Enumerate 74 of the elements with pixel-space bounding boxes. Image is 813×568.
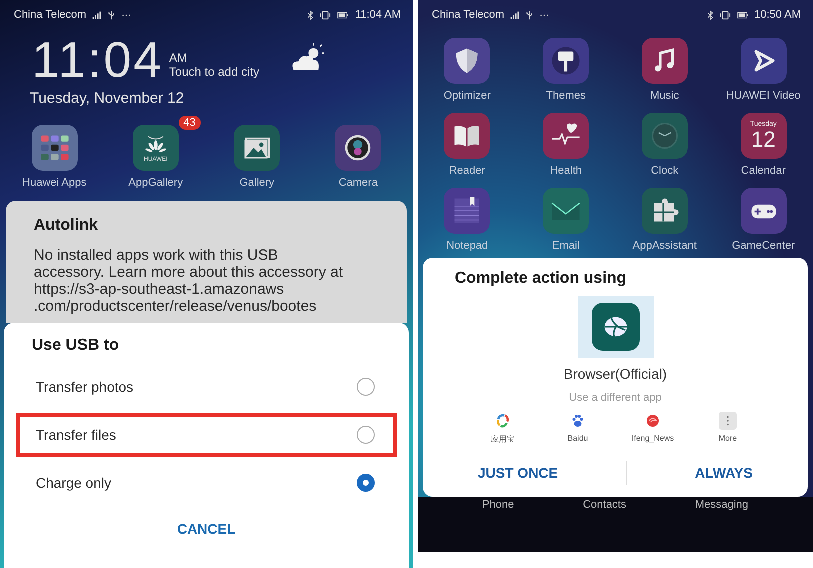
battery-icon (734, 10, 751, 20)
vibrate-icon (320, 10, 332, 20)
app-label[interactable]: Optimizer (444, 90, 491, 102)
option-row[interactable]: Transfer photos (16, 365, 397, 409)
app-grid-icon[interactable] (32, 125, 78, 171)
app-label[interactable]: Calendar (741, 165, 786, 177)
status-time: 10:50 AM (754, 9, 801, 21)
dialog-title: Autolink (34, 217, 99, 235)
app-label[interactable]: Music (650, 90, 680, 102)
swirl-icon[interactable] (494, 412, 512, 430)
envelope-icon[interactable] (543, 188, 590, 234)
app-label[interactable]: HUAWEI Video (726, 90, 801, 102)
carrier-name: China Telecom (432, 9, 505, 21)
spiral-icon[interactable] (644, 412, 662, 430)
signal-icon (508, 10, 520, 20)
app-label[interactable]: 应用宝 (491, 434, 515, 445)
app-label[interactable]: Reader (449, 165, 486, 177)
app-label[interactable]: Notepad (446, 240, 488, 252)
radio-button[interactable] (357, 426, 375, 444)
app-label[interactable]: Gallery (240, 177, 275, 189)
radio-button[interactable] (357, 474, 375, 492)
option-row[interactable]: Charge only (16, 461, 397, 505)
signal-icon (90, 10, 102, 20)
bluetooth-icon (305, 10, 316, 20)
cancel-button[interactable]: CANCEL (167, 515, 246, 543)
dock-label[interactable]: Phone (482, 499, 514, 552)
weather-hint[interactable]: Touch to add city (169, 65, 260, 79)
paintbrush-icon[interactable] (543, 38, 590, 84)
hint-text: Use a different app (569, 392, 662, 404)
carrier-name: China Telecom (14, 9, 87, 21)
camera-lens-icon[interactable] (335, 125, 382, 171)
heartbeat-icon[interactable] (543, 113, 590, 159)
globe-icon[interactable] (590, 303, 640, 351)
app-name: Browser(Official) (564, 366, 668, 382)
am-pm-label: AM (169, 51, 188, 65)
date-text: Tuesday, November 12 (30, 90, 186, 107)
gamepad-icon[interactable] (740, 188, 787, 234)
app-label[interactable]: Huawei Apps (22, 177, 87, 189)
dialog-message: No installed apps work with this USB accessory. Learn more about this accessory at https://s3-ap-southeast-1.amazonaws .com/productscenter/release/venus/bootes (34, 247, 344, 315)
dialog-button[interactable]: JUST ONCE (468, 459, 568, 487)
dock-label[interactable]: Contacts (583, 499, 626, 552)
option-row[interactable]: Transfer files (16, 413, 397, 457)
notification-badge: 43 (178, 116, 201, 130)
app-label[interactable]: Clock (651, 165, 679, 177)
status-time: 11:04 AM (355, 9, 401, 21)
shield-icon[interactable] (444, 38, 490, 84)
picture-icon[interactable] (234, 125, 280, 171)
notepad-icon[interactable] (444, 188, 490, 234)
book-icon[interactable] (444, 113, 490, 159)
radio-button[interactable] (357, 378, 375, 396)
vibrate-icon (720, 10, 731, 20)
music-note-icon[interactable] (642, 38, 688, 84)
selected-app-background[interactable] (578, 296, 654, 358)
app-label[interactable]: Themes (546, 90, 586, 102)
puzzle-icon[interactable] (642, 188, 688, 234)
app-label[interactable]: Health (550, 165, 582, 177)
dialog-button[interactable]: ALWAYS (685, 459, 763, 487)
option-label: Transfer files (36, 427, 116, 443)
app-label[interactable]: More (718, 434, 738, 443)
option-label: Transfer photos (36, 379, 134, 395)
icon-text: 12 (751, 128, 776, 152)
app-label[interactable]: GameCenter (732, 240, 796, 252)
clock-time: 11:04 (32, 32, 164, 88)
app-label[interactable]: Email (552, 240, 580, 252)
sheet-title: Use USB to (31, 336, 120, 356)
dock-label[interactable]: Messaging (695, 499, 749, 552)
app-label[interactable]: AppAssistant (632, 240, 697, 252)
app-label[interactable]: Baidu (568, 434, 588, 443)
app-label[interactable]: Camera (338, 177, 378, 189)
app-label[interactable]: AppGallery (128, 177, 184, 189)
play-icon[interactable] (740, 38, 787, 84)
dialog-title: Complete action using (454, 270, 627, 288)
app-label[interactable]: Ifeng_News (632, 434, 674, 443)
option-label: Charge only (36, 475, 112, 491)
